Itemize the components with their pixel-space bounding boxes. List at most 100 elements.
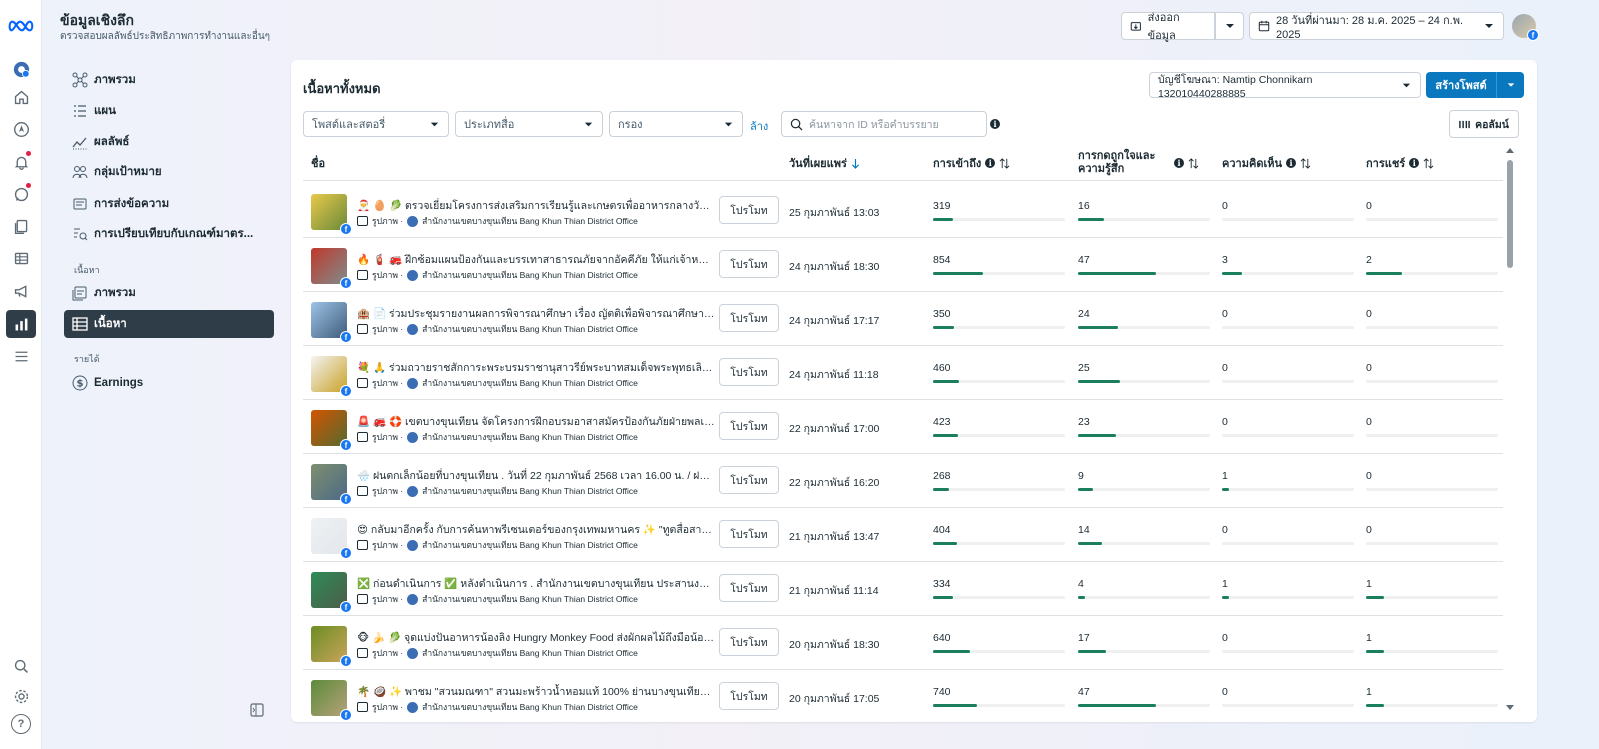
compass-icon[interactable] [9, 117, 33, 141]
date-range-picker[interactable]: 28 วันที่ผ่านมา: 28 ม.ค. 2025 – 24 ก.พ. … [1249, 12, 1504, 41]
search-input[interactable]: ค้นหาจาก ID หรือคำบรรยาย [781, 111, 987, 137]
post-caption[interactable]: 🌴 🥥 ✨ พาชม "สวนมณฑา" สวนมะพร้าวน้ำหอมแท้… [357, 683, 715, 700]
nav-item-plan[interactable]: แผน [64, 97, 274, 125]
post-thumbnail[interactable]: f [311, 356, 352, 397]
help-icon[interactable]: ? [11, 714, 31, 734]
info-icon[interactable]: i [1174, 158, 1184, 168]
scroll-down-icon[interactable] [1505, 704, 1515, 712]
columns-button[interactable]: คอลัมน์ [1449, 110, 1519, 138]
post-caption[interactable]: 💐 🙏 ร่วมถวายราชสักการะพระบรมราชานุสาวรีย… [357, 359, 715, 376]
promote-button[interactable]: โปรโมท [719, 412, 779, 440]
page-globe-icon[interactable] [9, 57, 33, 81]
table-row[interactable]: f 🔥 🧯 🚒 ฝึกซ้อมแผนป้องกันและบรรเทาสาธารณภ… [303, 238, 1503, 292]
promote-button[interactable]: โปรโมท [719, 574, 779, 602]
table-row[interactable]: f 🌧️ ฝนตกเล็กน้อยที่บางขุนเทียน . วันที่ … [303, 454, 1503, 508]
promote-button[interactable]: โปรโมท [719, 520, 779, 548]
clear-filters-link[interactable]: ล้าง [750, 117, 768, 135]
info-icon[interactable]: i [1409, 158, 1420, 168]
post-caption[interactable]: ❎ ก่อนดำเนินการ ✅ หลังดำเนินการ . สำนักง… [357, 575, 715, 592]
export-button[interactable]: ส่งออกข้อมูล [1121, 12, 1215, 42]
post-caption[interactable]: 🐵 🍌 🥬 จุดแบ่งปันอาหารน้องลิง Hungry Monk… [357, 629, 715, 646]
image-type-icon [357, 594, 368, 604]
post-caption[interactable]: 🏨 📄 ร่วมประชุมรายงานผลการพิจารณาศึกษา เร… [357, 305, 715, 322]
nav-item-messaging[interactable]: การส่งข้อความ [64, 190, 274, 218]
collapse-sidebar-icon[interactable] [250, 703, 264, 717]
media-type-select[interactable]: ประเภทสื่อ [455, 111, 603, 137]
nav-item-benchmark[interactable]: การเปรียบเทียบกับเกณฑ์มาตร... [64, 220, 274, 248]
info-icon[interactable]: i [990, 119, 1000, 129]
nav-item-overview[interactable]: ภาพรวม [64, 66, 274, 94]
promote-button[interactable]: โปรโมท [719, 466, 779, 494]
promote-button[interactable]: โปรโมท [719, 304, 779, 332]
promote-button[interactable]: โปรโมท [719, 196, 779, 224]
nav-item-audience[interactable]: กลุ่มเป้าหมาย [64, 158, 274, 186]
create-post-dropdown[interactable] [1496, 72, 1524, 98]
promote-button[interactable]: โปรโมท [719, 250, 779, 278]
post-caption[interactable]: 🌧️ ฝนตกเล็กน้อยที่บางขุนเทียน . วันที่ 2… [357, 467, 715, 484]
promote-button[interactable]: โปรโมท [719, 358, 779, 386]
post-thumbnail[interactable]: f [311, 626, 352, 667]
column-header-reach[interactable]: การเข้าถึง i [933, 148, 1010, 178]
promote-button[interactable]: โปรโมท [719, 682, 779, 710]
post-thumbnail[interactable]: f [311, 572, 352, 613]
post-thumbnail[interactable]: f [311, 518, 352, 559]
content-title: เนื้อหาทั้งหมด [303, 81, 381, 96]
post-caption[interactable]: 🎅 🥚 🥬 ตรวจเยี่ยมโครงการส่งเสริมการเรียนร… [357, 197, 715, 214]
table-row[interactable]: f 🏨 📄 ร่วมประชุมรายงานผลการพิจารณาศึกษา เ… [303, 292, 1503, 346]
ad-account-select[interactable]: บัญชีโฆษณา: Namtip Chonnikarn 1320104402… [1149, 72, 1421, 100]
post-caption[interactable]: 🚨 🚒 🛟 เขตบางขุนเทียน จัดโครงการฝึกอบรมอา… [357, 413, 715, 430]
post-thumbnail[interactable]: f [311, 194, 352, 235]
nav-item-content-overview[interactable]: ภาพรวม [64, 279, 274, 307]
table-row[interactable]: f 🌴 🥥 ✨ พาชม "สวนมณฑา" สวนมะพร้าวน้ำหอมแท… [303, 670, 1503, 722]
bell-icon[interactable] [9, 150, 33, 174]
post-meta: รูปภาพ · สำนักงานเขตบางขุนเทียน Bang Khun… [357, 484, 638, 498]
table-row[interactable]: f 😍 กลับมาอีกครั้ง กับการค้นหาพรีเซนเตอร์… [303, 508, 1503, 562]
post-thumbnail[interactable]: f [311, 248, 352, 289]
post-caption[interactable]: 🔥 🧯 🚒 ฝึกซ้อมแผนป้องกันและบรรเทาสาธารณภั… [357, 251, 715, 268]
reactions-value: 25 [1078, 362, 1090, 374]
column-header-published[interactable]: วันที่เผยแพร่ [789, 148, 860, 178]
create-post-button[interactable]: สร้างโพสต์ [1426, 72, 1496, 98]
nav-item-results[interactable]: ผลลัพธ์ [64, 128, 274, 156]
nav-item-earnings[interactable]: $ Earnings [64, 369, 274, 397]
table-row[interactable]: f 🚨 🚒 🛟 เขตบางขุนเทียน จัดโครงการฝึกอบรมอ… [303, 400, 1503, 454]
caret-down-icon [1402, 83, 1411, 87]
table-row[interactable]: f ❎ ก่อนดำเนินการ ✅ หลังดำเนินการ . สำนัก… [303, 562, 1503, 616]
pages-icon[interactable] [9, 214, 33, 238]
column-header-comments[interactable]: ความคิดเห็น i [1222, 148, 1311, 178]
column-header-reactions[interactable]: การกดถูกใจและความรู้สึก i [1078, 148, 1208, 178]
columns-icon [1459, 120, 1470, 128]
nav-item-content[interactable]: เนื้อหา [64, 310, 274, 338]
profile-avatar[interactable]: f [1512, 14, 1539, 41]
meta-logo-icon[interactable] [7, 14, 35, 38]
filter-select[interactable]: กรอง [609, 111, 743, 137]
megaphone-icon[interactable] [9, 279, 33, 303]
table-scrollbar[interactable] [1505, 146, 1515, 712]
menu-icon[interactable] [9, 344, 33, 368]
publish-date: 24 กุมภาพันธ์ 17:17 [789, 315, 880, 327]
table-row[interactable]: f 🐵 🍌 🥬 จุดแบ่งปันอาหารน้องลิง Hungry Mon… [303, 616, 1503, 670]
post-thumbnail[interactable]: f [311, 464, 352, 505]
shares-bar-fill [1366, 650, 1385, 653]
home-icon[interactable] [9, 85, 33, 109]
post-thumbnail[interactable]: f [311, 680, 352, 721]
info-icon[interactable]: i [1286, 158, 1296, 168]
column-header-title[interactable]: ชื่อ [311, 148, 325, 178]
scroll-up-icon[interactable] [1505, 146, 1515, 154]
table-icon[interactable] [9, 246, 33, 270]
search-icon[interactable] [9, 654, 33, 678]
insights-icon[interactable] [6, 310, 36, 338]
post-thumbnail[interactable]: f [311, 410, 352, 451]
table-row[interactable]: f 🎅 🥚 🥬 ตรวจเยี่ยมโครงการส่งเสริมการเรียน… [303, 184, 1503, 238]
export-dropdown-button[interactable] [1215, 12, 1244, 40]
info-icon[interactable]: i [985, 158, 996, 168]
settings-icon[interactable] [9, 684, 33, 708]
column-header-shares[interactable]: การแชร์ i [1366, 148, 1434, 178]
post-caption[interactable]: 😍 กลับมาอีกครั้ง กับการค้นหาพรีเซนเตอร์ข… [357, 521, 715, 538]
table-row[interactable]: f 💐 🙏 ร่วมถวายราชสักการะพระบรมราชานุสาวรี… [303, 346, 1503, 400]
chat-icon[interactable] [9, 182, 33, 206]
promote-button[interactable]: โปรโมท [719, 628, 779, 656]
scroll-thumb[interactable] [1507, 160, 1513, 268]
post-type-select[interactable]: โพสต์และสตอรี่ [303, 111, 449, 137]
post-thumbnail[interactable]: f [311, 302, 352, 343]
